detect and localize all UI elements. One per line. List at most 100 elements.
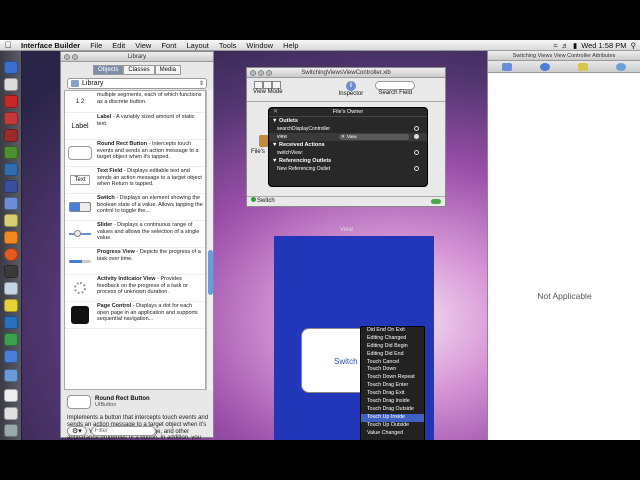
event-item[interactable]: Touch Down Repeat (361, 374, 424, 382)
library-scrollbar[interactable] (206, 90, 213, 390)
close-icon[interactable]: ✕ (273, 108, 278, 117)
minimize-icon[interactable] (72, 54, 78, 60)
event-item[interactable]: Value Changed (361, 430, 424, 438)
list-item[interactable]: Label Label - A variably sized amount of… (65, 113, 205, 140)
list-item[interactable]: Round Rect Button - Intercepts touch eve… (65, 140, 205, 167)
minimize-icon[interactable] (258, 70, 264, 76)
section-received-actions[interactable]: ▼ Received Actions (269, 141, 427, 149)
xib-titlebar[interactable]: SwitchingViewsViewController.xib (247, 68, 445, 78)
event-item[interactable]: Touch Drag Inside (361, 398, 424, 406)
event-item[interactable]: Did End On Exit (361, 327, 424, 335)
filter-input[interactable] (90, 426, 156, 436)
close-icon[interactable] (250, 70, 256, 76)
stack-dock-icon[interactable] (4, 407, 18, 420)
connection-circle-icon[interactable] (414, 134, 419, 139)
list-view-icon[interactable] (263, 81, 273, 89)
browser-dock-icon[interactable] (4, 248, 18, 261)
list-item[interactable]: Switch - Displays an element showing the… (65, 194, 205, 221)
dreamweaver-dock-icon[interactable] (4, 146, 18, 159)
library-titlebar[interactable]: Library (61, 52, 213, 62)
clock[interactable]: Wed 1:58 PM (581, 41, 626, 50)
menu-tools[interactable]: Tools (214, 41, 242, 50)
list-item[interactable]: Page Control - Displays a dot for each o… (65, 302, 205, 329)
safari-dock-icon[interactable] (4, 350, 18, 363)
menu-layout[interactable]: Layout (181, 41, 214, 50)
volume-icon[interactable]: ♬ (562, 41, 570, 50)
event-item[interactable]: Touch Down (361, 366, 424, 374)
referencing-row[interactable]: New Referencing Outlet (269, 165, 427, 173)
trash-dock-icon[interactable] (4, 424, 18, 437)
menu-edit[interactable]: Edit (107, 41, 130, 50)
battery-icon[interactable]: ▮ (573, 41, 577, 50)
wifi-icon[interactable]: ≈ (553, 41, 557, 50)
section-outlets[interactable]: ▼ Outlets (269, 117, 427, 125)
zoom-icon[interactable] (266, 70, 272, 76)
connection-pill[interactable]: ✕ View (339, 134, 409, 140)
tab-media[interactable]: Media (154, 65, 182, 75)
disconnect-icon[interactable]: ✕ (341, 134, 345, 140)
spotlight-icon[interactable]: ⚲ (631, 41, 637, 50)
event-item[interactable]: Touch Drag Outside (361, 406, 424, 414)
illustrator-dock-icon[interactable] (4, 129, 18, 142)
preview-dock-icon[interactable] (4, 282, 18, 295)
gear-icon[interactable]: ⚙▾ (67, 426, 87, 436)
menu-font[interactable]: Font (156, 41, 181, 50)
interface-builder-dock-icon[interactable] (4, 214, 18, 227)
inspector-button[interactable]: i Inspector (339, 81, 363, 97)
attributes-titlebar[interactable]: Switching Views View Controller Attribut… (488, 51, 640, 61)
xcode-dock-icon[interactable] (4, 197, 18, 210)
outlet-row[interactable]: view ✕ View (269, 133, 427, 141)
event-item[interactable]: Touch Cancel (361, 359, 424, 367)
list-item[interactable]: Slider - Displays a continuous range of … (65, 221, 205, 248)
event-item[interactable]: Touch Drag Exit (361, 390, 424, 398)
finder-dock-icon[interactable] (4, 61, 18, 74)
menu-help[interactable]: Help (278, 41, 303, 50)
list-item[interactable]: 1 2 multiple segments, each of which fun… (65, 91, 205, 113)
tab-classes[interactable]: Classes (123, 65, 155, 75)
event-item[interactable]: Editing Changed (361, 335, 424, 343)
library-group-popup[interactable]: Library ⇕ (67, 78, 207, 89)
connection-circle-icon[interactable] (414, 166, 419, 171)
list-item[interactable]: Text Text Field - Displays editable text… (65, 167, 205, 194)
list-item[interactable]: Activity Indicator View - Provides feedb… (65, 275, 205, 302)
size-tab-icon[interactable] (578, 62, 588, 71)
excel-dock-icon[interactable] (4, 333, 18, 346)
list-item[interactable]: Progress View - Depicts the progress of … (65, 248, 205, 275)
column-view-icon[interactable] (272, 81, 282, 89)
flash-dock-icon[interactable] (4, 95, 18, 108)
scrollbar-thumb[interactable] (208, 250, 213, 295)
action-row[interactable]: switchView: (269, 149, 427, 157)
terminal-dock-icon[interactable] (4, 265, 18, 278)
apple-menu-icon[interactable]:  (0, 40, 16, 50)
stickies-dock-icon[interactable] (4, 299, 18, 312)
close-icon[interactable] (64, 54, 70, 60)
menu-file[interactable]: File (85, 41, 107, 50)
photoshop-dock-icon[interactable] (4, 180, 18, 193)
event-item[interactable]: Touch Drag Enter (361, 382, 424, 390)
section-referencing-outlets[interactable]: ▼ Referencing Outlets (269, 157, 427, 165)
word-dock-icon[interactable] (4, 316, 18, 329)
outlet-row[interactable]: searchDisplayController (269, 125, 427, 133)
hud-header[interactable]: ✕ File's Owner (269, 108, 427, 117)
event-item[interactable]: Editing Did End (361, 351, 424, 359)
event-item[interactable]: Editing Did Begin (361, 343, 424, 351)
system-prefs-dock-icon[interactable] (4, 78, 18, 91)
event-item-touch-up-inside[interactable]: Touch Up Inside (361, 413, 424, 422)
menu-view[interactable]: View (130, 41, 156, 50)
connection-circle-icon[interactable] (414, 150, 419, 155)
identity-tab-icon[interactable] (616, 62, 626, 71)
app-menu[interactable]: Interface Builder (16, 41, 85, 50)
firefox-dock-icon[interactable] (4, 231, 18, 244)
event-item[interactable]: Touch Up Outside (361, 422, 424, 430)
tab-objects[interactable]: Objects (92, 65, 124, 75)
menu-window[interactable]: Window (241, 41, 278, 50)
view-mode-control[interactable] (254, 81, 282, 89)
connections-tab-icon[interactable] (540, 62, 550, 71)
connection-circle-icon[interactable] (414, 126, 419, 131)
after-effects-dock-icon[interactable] (4, 163, 18, 176)
search-field[interactable] (375, 81, 416, 90)
document-dock-icon[interactable] (4, 389, 18, 402)
fireworks-dock-icon[interactable] (4, 112, 18, 125)
attributes-tab-icon[interactable] (502, 62, 512, 71)
icon-view-icon[interactable] (254, 81, 264, 89)
